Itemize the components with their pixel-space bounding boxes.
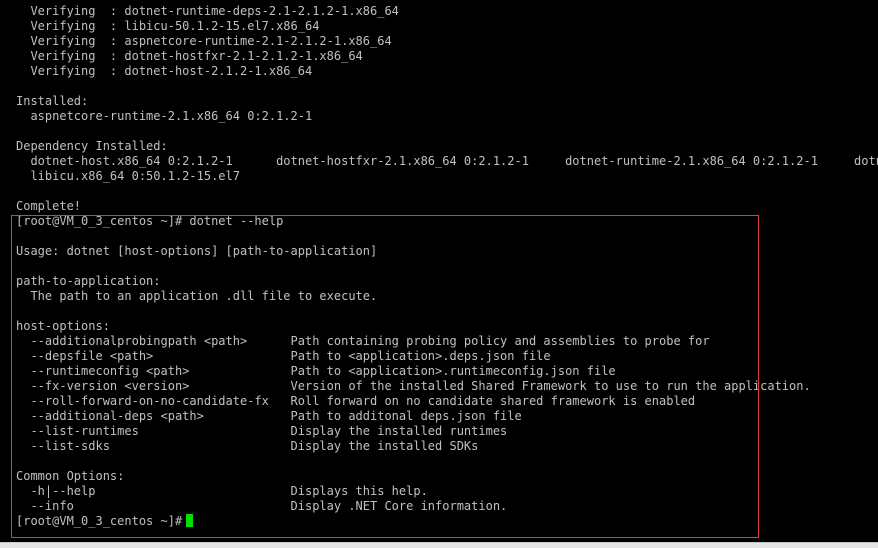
terminal-line: Verifying : dotnet-hostfxr-2.1-2.1.2-1.x…: [16, 49, 363, 63]
terminal-line: --additionalprobingpath <path> Path cont…: [16, 334, 710, 348]
terminal-line: --list-sdks Display the installed SDKs: [16, 439, 479, 453]
terminal-line: --runtimeconfig <path> Path to <applicat…: [16, 364, 616, 378]
terminal-line: -h|--help Displays this help.: [16, 484, 428, 498]
terminal-line: --additional-deps <path> Path to additon…: [16, 409, 522, 423]
terminal-line: Verifying : libicu-50.1.2-15.el7.x86_64: [16, 19, 320, 33]
terminal-line: Complete!: [16, 199, 82, 213]
terminal-line: libicu.x86_64 0:50.1.2-15.el7: [16, 169, 240, 183]
terminal-line: path-to-application:: [16, 274, 161, 288]
terminal-prompt: [root@VM_0_3_centos ~]#: [16, 514, 183, 528]
terminal-line: --fx-version <version> Version of the in…: [16, 379, 811, 393]
terminal-line: --roll-forward-on-no-candidate-fx Roll f…: [16, 394, 696, 408]
terminal-line: --list-runtimes Display the installed ru…: [16, 424, 508, 438]
terminal-line: --depsfile <path> Path to <application>.…: [16, 349, 551, 363]
window-bottom-edge: [0, 542, 878, 548]
terminal-line: Verifying : dotnet-host-2.1.2-1.x86_64: [16, 64, 313, 78]
terminal-line: dotnet-host.x86_64 0:2.1.2-1 dotnet-host…: [16, 154, 878, 168]
terminal-window[interactable]: Verifying : dotnet-runtime-deps-2.1-2.1.…: [0, 0, 878, 542]
terminal-cursor: [186, 514, 194, 527]
terminal-line: Usage: dotnet [host-options] [path-to-ap…: [16, 244, 378, 258]
terminal-line: aspnetcore-runtime-2.1.x86_64 0:2.1.2-1: [16, 109, 313, 123]
terminal-prompt-line[interactable]: [root@VM_0_3_centos ~]#: [16, 514, 194, 529]
terminal-line: Installed:: [16, 94, 89, 108]
terminal-line: Common Options:: [16, 469, 125, 483]
terminal-line: --info Display .NET Core information.: [16, 499, 508, 513]
terminal-line: [root@VM_0_3_centos ~]# dotnet --help: [16, 214, 284, 228]
terminal-line: host-options:: [16, 319, 110, 333]
terminal-line: Dependency Installed:: [16, 139, 168, 153]
terminal-line: Verifying : aspnetcore-runtime-2.1-2.1.2…: [16, 34, 392, 48]
terminal-line: Verifying : dotnet-runtime-deps-2.1-2.1.…: [16, 4, 399, 18]
terminal-line: The path to an application .dll file to …: [16, 289, 378, 303]
